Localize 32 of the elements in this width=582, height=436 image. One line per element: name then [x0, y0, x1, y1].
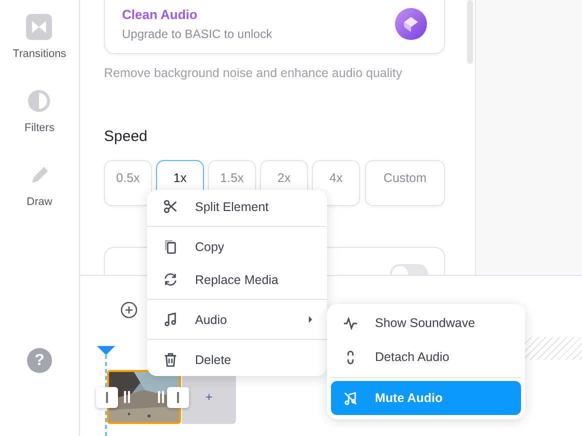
- grip-icon: [124, 391, 130, 403]
- hatched-region: [524, 337, 582, 360]
- scrollbar[interactable]: [467, 0, 473, 64]
- card-subtitle: Upgrade to BASIC to unlock: [122, 27, 272, 41]
- bowtie-icon: [26, 14, 52, 40]
- grip-icon: [158, 391, 164, 403]
- refresh-icon: [163, 272, 178, 287]
- upgrade-card[interactable]: Clean Audio Upgrade to BASIC to unlock: [104, 0, 445, 54]
- card-title: Clean Audio: [122, 7, 198, 22]
- sidebar-item[interactable]: Filters: [24, 88, 54, 134]
- scissors-icon: [163, 199, 178, 214]
- menu-item[interactable]: Show Soundwave: [331, 306, 521, 340]
- playhead[interactable]: [96, 346, 116, 436]
- music-note-icon: [163, 312, 178, 327]
- menu-item[interactable]: Copy: [147, 230, 327, 263]
- muted-note-icon: [343, 390, 358, 406]
- waveform-icon: [343, 316, 358, 330]
- sidebar-item[interactable]: Transitions: [12, 14, 66, 60]
- submenu-arrow-icon: [308, 316, 313, 323]
- add-circle-icon[interactable]: [120, 301, 138, 319]
- description-text: Remove background noise and enhance audio quality: [104, 66, 404, 80]
- menu-item[interactable]: Replace Media: [147, 263, 327, 296]
- trim-handle[interactable]: [96, 387, 118, 408]
- gem-icon: [394, 7, 428, 41]
- trim-handle[interactable]: [167, 387, 189, 408]
- half-circle-icon: [26, 88, 52, 114]
- copy-icon: [163, 239, 178, 254]
- section-heading: Speed: [104, 128, 148, 145]
- menu-item[interactable]: Detach Audio: [331, 340, 521, 374]
- sidebar-item[interactable]: Draw: [26, 162, 52, 208]
- trash-icon: [163, 352, 178, 367]
- menu-item[interactable]: Audio: [147, 303, 327, 336]
